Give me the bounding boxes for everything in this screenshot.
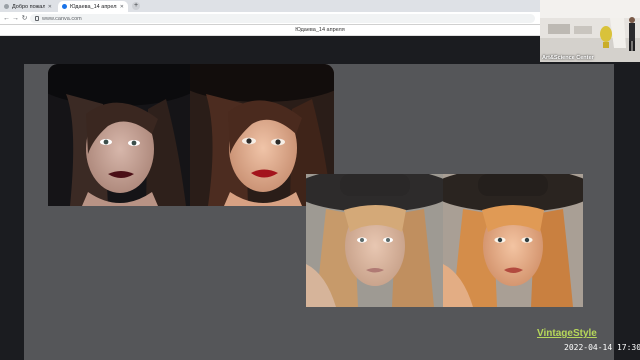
recording-timestamp: 2022-04-14 17:30:43 <box>564 343 640 352</box>
webcam-feed-image <box>540 0 640 62</box>
webcam-overlay: Art&Science Center <box>540 0 640 62</box>
site-favicon-icon <box>4 4 9 9</box>
webcam-caption: Art&Science Center <box>542 55 594 61</box>
url-input[interactable]: www.canva.com <box>30 14 535 23</box>
close-icon[interactable]: ✕ <box>120 4 124 10</box>
plus-icon[interactable]: + <box>132 2 140 10</box>
photo-original-2 <box>306 174 443 307</box>
photo-stylized-2 <box>443 174 583 307</box>
lock-icon <box>35 16 39 21</box>
presentation-stage: VintageStyle <box>0 36 640 360</box>
tab-canva-document[interactable]: Юдаева_14 апреля ✕ <box>58 1 128 12</box>
back-arrow-icon[interactable]: ← <box>2 14 11 23</box>
photo-original-1 <box>48 64 190 206</box>
tab-welcome[interactable]: Добро пожаловать | ВСЕ ✕ <box>0 1 56 12</box>
reload-icon[interactable]: ↻ <box>20 14 29 23</box>
close-icon[interactable]: ✕ <box>48 4 52 10</box>
url-text: www.canva.com <box>42 15 82 22</box>
tab-title: Юдаева_14 апреля <box>70 3 117 10</box>
slide: VintageStyle <box>24 64 614 360</box>
tab-title: Добро пожаловать | ВСЕ <box>12 3 45 10</box>
canva-favicon-icon <box>62 4 67 9</box>
forward-arrow-icon[interactable]: → <box>11 14 20 23</box>
style-caption: VintageStyle <box>537 328 597 339</box>
